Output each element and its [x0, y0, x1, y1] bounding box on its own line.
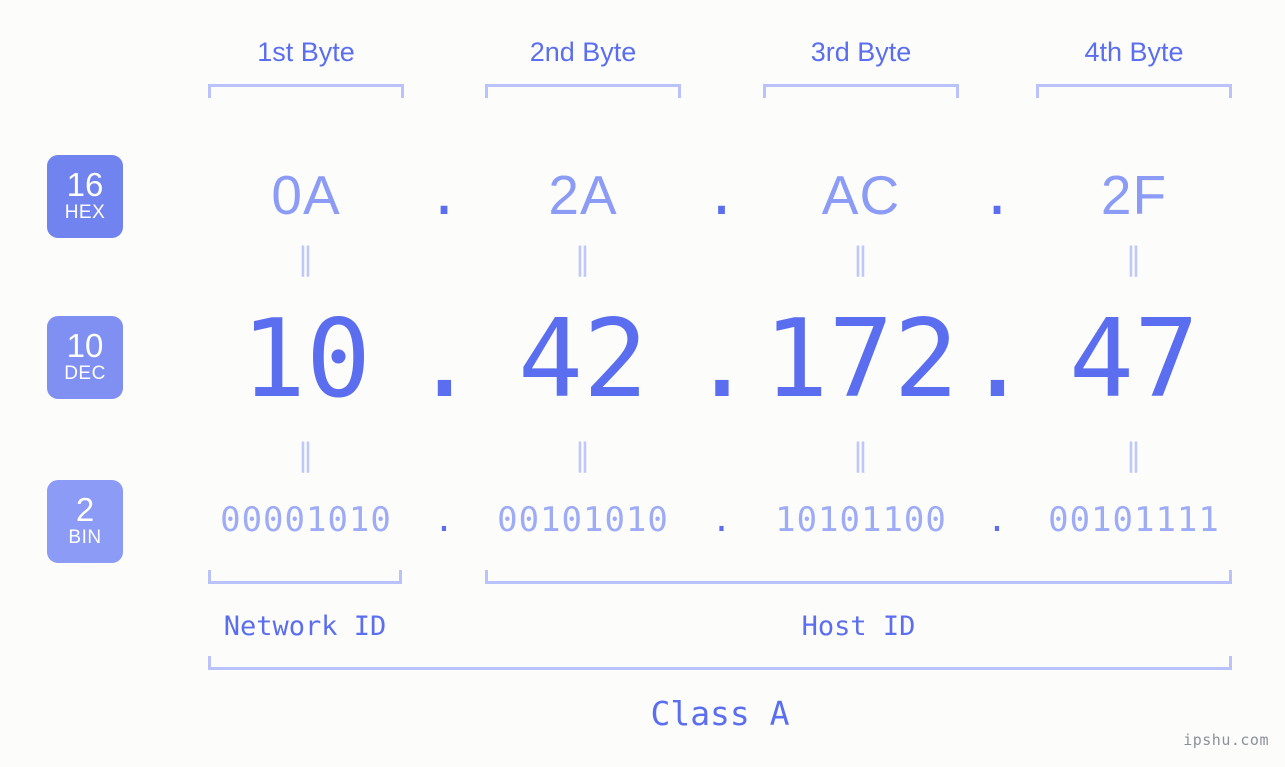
- network-id-label: Network ID: [223, 611, 387, 642]
- dec-value-row: 10 . 42 . 172 . 47: [0, 295, 1285, 425]
- byte-header-1: 1st Byte: [257, 37, 355, 67]
- hex-byte-1: 0A: [271, 164, 341, 226]
- hex-separator-3: .: [980, 163, 1015, 227]
- byte-bracket-3: [763, 84, 959, 98]
- bin-byte-3: 10101100: [775, 500, 947, 540]
- class-bracket: [208, 656, 1232, 670]
- byte-header-4: 4th Byte: [1084, 37, 1184, 67]
- equals-icon-hex-dec-1: ‖: [297, 241, 315, 277]
- hex-value-row: 0A . 2A . AC . 2F: [0, 150, 1285, 240]
- dec-separator-3: .: [964, 297, 1031, 422]
- byte-header-3: 3rd Byte: [810, 37, 912, 67]
- bin-byte-1: 00001010: [220, 500, 392, 540]
- host-id-bracket: [485, 570, 1232, 584]
- bin-byte-2: 00101010: [497, 500, 669, 540]
- equals-icon-hex-dec-4: ‖: [1125, 241, 1143, 277]
- hex-byte-2: 2A: [548, 164, 618, 226]
- dec-separator-2: .: [689, 297, 755, 422]
- equals-icon-dec-bin-3: ‖: [852, 437, 870, 473]
- dec-byte-1: 10: [240, 297, 372, 422]
- equals-icon-hex-dec-2: ‖: [574, 241, 592, 277]
- bin-separator-2: .: [711, 500, 733, 540]
- hex-byte-3: AC: [821, 164, 901, 226]
- byte-bracket-4: [1036, 84, 1232, 98]
- equals-icon-dec-bin-4: ‖: [1125, 437, 1143, 473]
- byte-bracket-1: [208, 84, 404, 98]
- bin-byte-4: 00101111: [1048, 500, 1220, 540]
- dec-byte-2: 42: [517, 297, 649, 422]
- equals-icon-dec-bin-1: ‖: [297, 437, 315, 473]
- hex-separator-2: .: [704, 163, 740, 227]
- hex-separator-1: .: [427, 163, 462, 227]
- byte-header-2: 2nd Byte: [529, 37, 637, 67]
- bin-separator-3: .: [986, 500, 1009, 540]
- bin-separator-1: .: [433, 500, 456, 540]
- dec-separator-1: .: [411, 297, 478, 422]
- network-id-bracket: [208, 570, 402, 584]
- class-label: Class A: [650, 694, 790, 733]
- host-id-label: Host ID: [801, 611, 916, 642]
- hex-byte-4: 2F: [1100, 164, 1168, 226]
- bin-value-row: 00001010 . 00101010 . 10101100 . 0010111…: [0, 490, 1285, 550]
- dec-byte-4: 47: [1068, 297, 1200, 422]
- dec-byte-3: 172: [763, 297, 959, 422]
- equals-icon-dec-bin-2: ‖: [574, 437, 592, 473]
- byte-bracket-2: [485, 84, 681, 98]
- ip-breakdown-diagram: 1st Byte 2nd Byte 3rd Byte 4th Byte 16 H…: [0, 0, 1285, 767]
- equals-icon-hex-dec-3: ‖: [852, 241, 870, 277]
- watermark: ipshu.com: [1183, 731, 1269, 749]
